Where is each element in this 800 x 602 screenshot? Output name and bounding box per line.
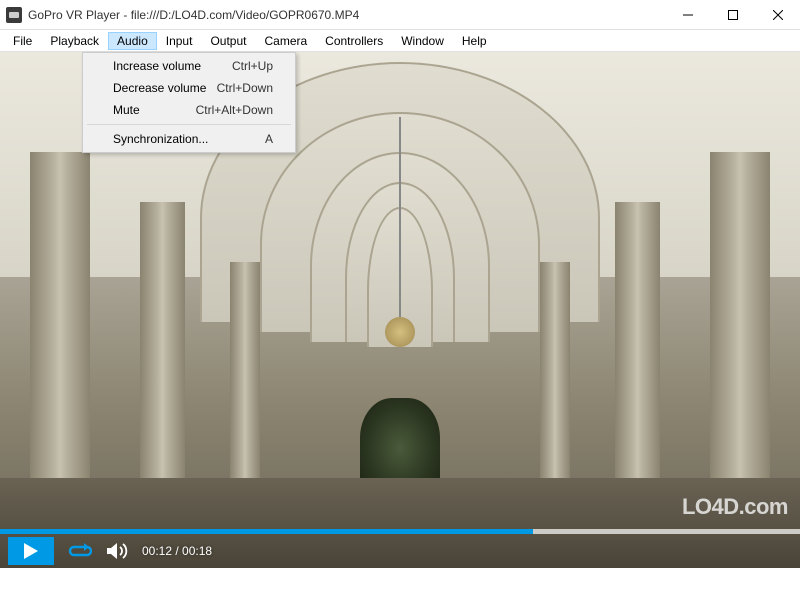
watermark-text2: .com [739, 494, 788, 519]
maximize-button[interactable] [710, 0, 755, 30]
volume-button[interactable] [106, 539, 130, 563]
watermark: LO4D.com [682, 494, 788, 520]
titlebar-left: GoPro VR Player - file:///D:/LO4D.com/Vi… [0, 7, 359, 23]
menubar: File Playback Audio Input Output Camera … [0, 30, 800, 52]
menu-output[interactable]: Output [201, 32, 255, 50]
minimize-button[interactable] [665, 0, 710, 30]
dropdown-item-label: Increase volume [113, 59, 201, 73]
menu-controllers[interactable]: Controllers [316, 32, 392, 50]
loop-icon [68, 542, 92, 560]
dropdown-item-label: Synchronization... [113, 132, 208, 146]
dropdown-item-shortcut: A [265, 132, 273, 146]
dropdown-mute[interactable]: Mute Ctrl+Alt+Down [85, 99, 293, 121]
loop-button[interactable] [66, 539, 94, 563]
menu-playback[interactable]: Playback [41, 32, 108, 50]
dropdown-item-label: Mute [113, 103, 140, 117]
audio-dropdown: Increase volume Ctrl+Up Decrease volume … [82, 52, 296, 153]
menu-audio[interactable]: Audio [108, 32, 157, 50]
menu-camera[interactable]: Camera [255, 32, 316, 50]
menu-file[interactable]: File [4, 32, 41, 50]
dropdown-item-shortcut: Ctrl+Down [217, 81, 273, 95]
dropdown-decrease-volume[interactable]: Decrease volume Ctrl+Down [85, 77, 293, 99]
dropdown-synchronization[interactable]: Synchronization... A [85, 128, 293, 150]
dropdown-item-shortcut: Ctrl+Alt+Down [196, 103, 273, 117]
menu-input[interactable]: Input [157, 32, 202, 50]
app-icon [6, 7, 22, 23]
menu-window[interactable]: Window [392, 32, 453, 50]
time-display: 00:12 / 00:18 [142, 544, 212, 558]
volume-icon [107, 542, 129, 560]
dropdown-item-label: Decrease volume [113, 81, 206, 95]
close-icon [773, 10, 783, 20]
titlebar: GoPro VR Player - file:///D:/LO4D.com/Vi… [0, 0, 800, 30]
player-controls: 00:12 / 00:18 [0, 534, 800, 568]
dropdown-item-shortcut: Ctrl+Up [232, 59, 273, 73]
maximize-icon [728, 10, 738, 20]
dropdown-increase-volume[interactable]: Increase volume Ctrl+Up [85, 55, 293, 77]
window-title: GoPro VR Player - file:///D:/LO4D.com/Vi… [28, 8, 359, 22]
minimize-icon [683, 10, 693, 20]
watermark-text1: LO4D [682, 494, 739, 519]
play-button[interactable] [8, 537, 54, 565]
play-icon [24, 543, 38, 559]
menu-help[interactable]: Help [453, 32, 496, 50]
close-button[interactable] [755, 0, 800, 30]
dropdown-separator [87, 124, 291, 125]
window-controls [665, 0, 800, 30]
